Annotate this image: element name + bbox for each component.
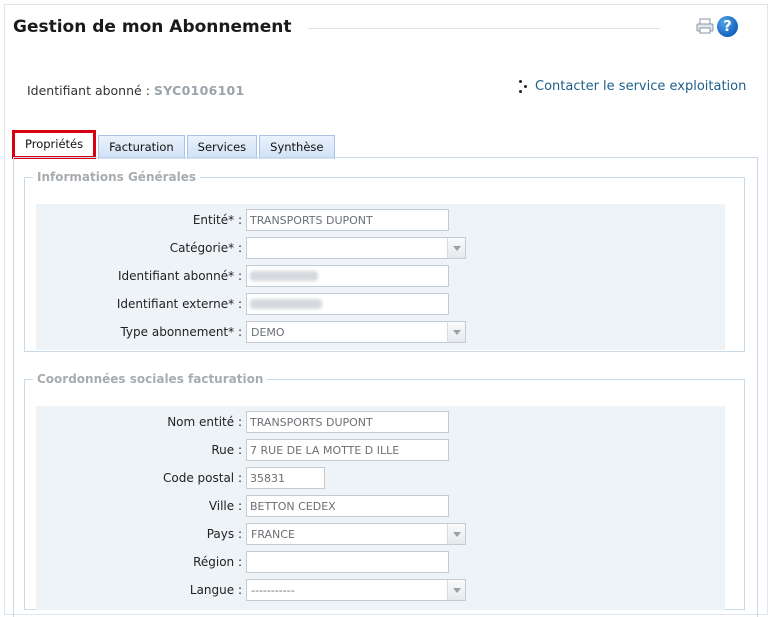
chevron-down-icon[interactable] [447, 322, 465, 342]
entity-row: Entité* : TRANSPORTS DUPONT [36, 209, 725, 231]
subscriber-id-row: Identifiant abonné* : [36, 265, 725, 287]
general-info-body: Entité* : TRANSPORTS DUPONT Catégorie* :… [36, 204, 725, 350]
subscriber-id-field[interactable] [246, 265, 449, 287]
region-label: Région : [193, 555, 242, 569]
tab-services[interactable]: Services [186, 135, 258, 159]
billing-contact-title: Coordonnées sociales facturation [37, 372, 264, 386]
language-value: ----------- [251, 584, 295, 597]
subscriber-id-line: Identifiant abonné : SYC0106101 [27, 83, 245, 98]
chevron-down-icon[interactable] [447, 580, 465, 600]
redacted-value [250, 271, 318, 281]
entity-name-row: Nom entité : TRANSPORTS DUPONT [36, 411, 725, 433]
country-value: FRANCE [251, 528, 295, 541]
print-icon[interactable] [696, 18, 714, 34]
contact-service-link[interactable]: Contacter le service exploitation [519, 79, 746, 94]
street-row: Rue : 7 RUE DE LA MOTTE D ILLE [36, 439, 725, 461]
chevron-down-icon[interactable] [447, 238, 465, 258]
category-select[interactable] [246, 237, 466, 259]
tab-facturation[interactable]: Facturation [98, 135, 185, 159]
city-row: Ville : BETTON CEDEX [36, 495, 725, 517]
region-row: Région : [36, 551, 725, 573]
external-id-row: Identifiant externe* : [36, 293, 725, 315]
page-title: Gestion de mon Abonnement [13, 17, 292, 37]
category-label: Catégorie* : [169, 241, 242, 255]
tab-bar: Propriétés Facturation Services Synthèse [12, 130, 335, 159]
billing-contact-body: Nom entité : TRANSPORTS DUPONT Rue : 7 R… [36, 406, 725, 610]
zip-field[interactable]: 35831 [246, 467, 325, 489]
city-field[interactable]: BETTON CEDEX [246, 495, 449, 517]
entity-name-label: Nom entité : [167, 415, 242, 429]
country-row: Pays : FRANCE [36, 523, 725, 545]
title-divider [308, 28, 660, 29]
language-select[interactable]: ----------- [246, 579, 466, 601]
category-row: Catégorie* : [36, 237, 725, 259]
subscription-type-row: Type abonnement* : DEMO [36, 321, 725, 343]
subscriber-id-field-label: Identifiant abonné* : [118, 269, 242, 283]
street-label: Rue : [211, 443, 242, 457]
subscription-type-label: Type abonnement* : [120, 325, 242, 339]
tab-synthese[interactable]: Synthèse [259, 135, 335, 159]
street-field[interactable]: 7 RUE DE LA MOTTE D ILLE [246, 439, 449, 461]
country-label: Pays : [206, 527, 242, 541]
subscriber-id-label: Identifiant abonné : [27, 83, 150, 98]
subscription-type-value: DEMO [251, 326, 285, 339]
general-info-group: Informations Générales Entité* : TRANSPO… [24, 170, 745, 352]
billing-contact-group: Coordonnées sociales facturation Nom ent… [24, 372, 745, 610]
country-select[interactable]: FRANCE [246, 523, 466, 545]
subscription-type-select[interactable]: DEMO [246, 321, 466, 343]
zip-label: Code postal : [163, 471, 242, 485]
chevron-down-icon[interactable] [447, 524, 465, 544]
region-field[interactable] [246, 551, 449, 573]
help-icon[interactable]: ? [717, 16, 738, 37]
city-label: Ville : [208, 499, 242, 513]
external-id-field[interactable] [246, 293, 449, 315]
dots-icon [519, 79, 529, 94]
language-row: Langue : ----------- [36, 579, 725, 601]
tab-proprietes[interactable]: Propriétés [12, 130, 97, 159]
redacted-value [250, 299, 322, 309]
subscriber-id-value: SYC0106101 [153, 83, 245, 98]
language-label: Langue : [189, 583, 242, 597]
entity-field[interactable]: TRANSPORTS DUPONT [246, 209, 449, 231]
general-info-title: Informations Générales [37, 170, 197, 184]
zip-row: Code postal : 35831 [36, 467, 725, 489]
external-id-label: Identifiant externe* : [116, 297, 242, 311]
entity-name-field[interactable]: TRANSPORTS DUPONT [246, 411, 449, 433]
contact-service-label[interactable]: Contacter le service exploitation [535, 79, 746, 94]
entity-label: Entité* : [192, 213, 242, 227]
